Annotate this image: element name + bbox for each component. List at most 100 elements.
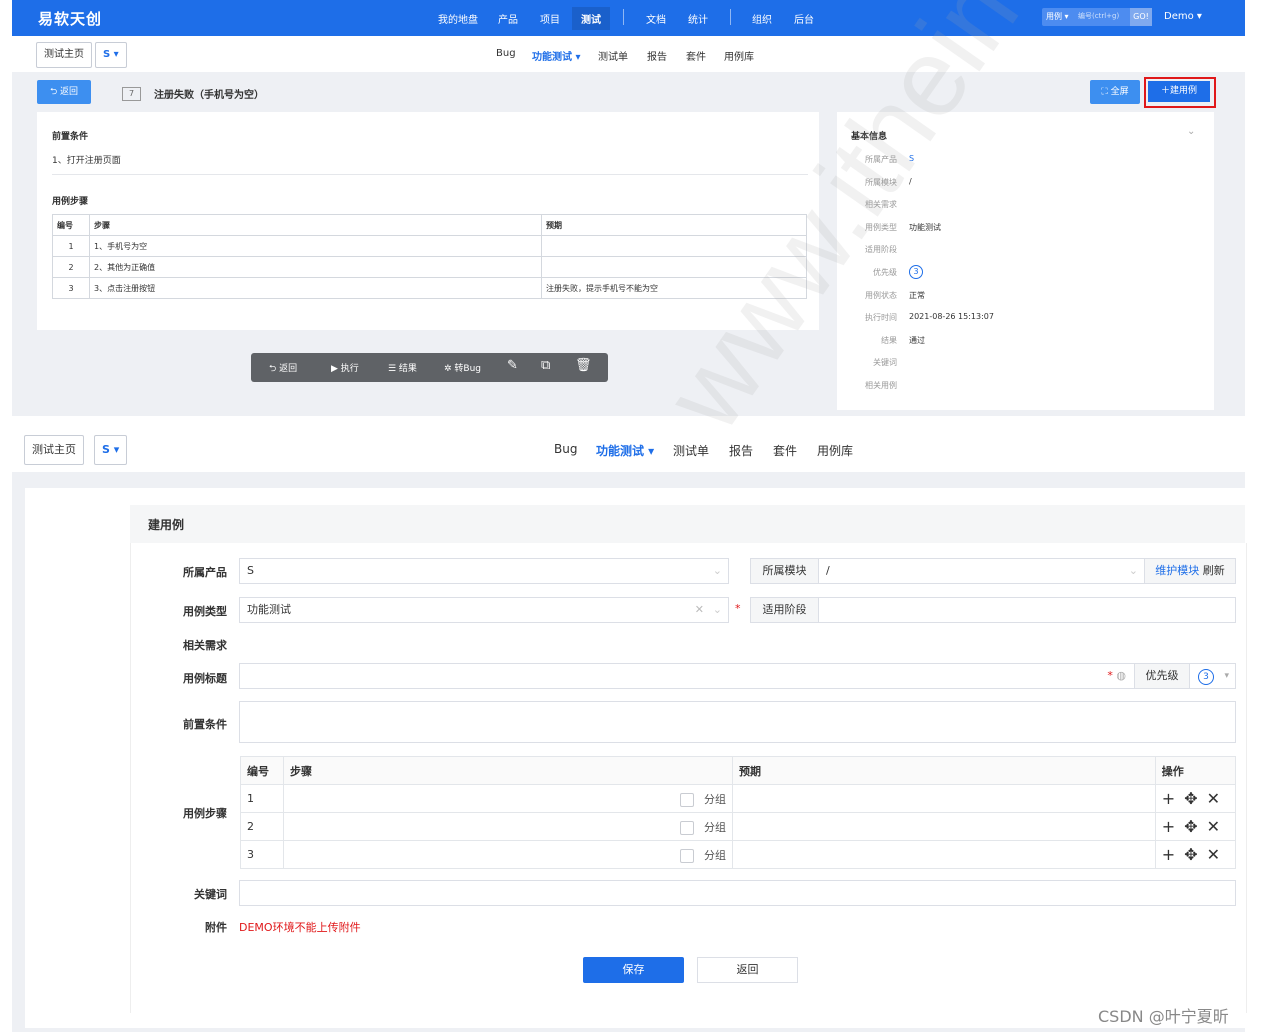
toolbar-run-button[interactable]: ▶ 执行	[331, 361, 359, 374]
precondition-textarea[interactable]	[239, 701, 1236, 743]
toolbar-back-button[interactable]: ⮌ 返回	[269, 361, 297, 377]
required-mark: *	[735, 602, 741, 615]
breadcrumb-home[interactable]: 测试主页	[24, 435, 84, 465]
group-checkbox[interactable]	[680, 820, 694, 835]
product-select[interactable]: S ⌄	[239, 558, 729, 584]
copy-icon[interactable]: ⧉	[541, 358, 550, 373]
info-label: 相关用例	[865, 381, 897, 390]
priority-select[interactable]: 3 ▾	[1189, 663, 1236, 689]
subnav-testtask[interactable]: 测试单	[673, 442, 709, 459]
clear-icon[interactable]: ✕	[695, 598, 704, 622]
chevron-down-icon: ⌄	[1128, 564, 1138, 577]
search-type-select[interactable]: 用例 ▾	[1046, 11, 1069, 22]
maintain-module-link[interactable]: 维护模块	[1155, 564, 1199, 577]
create-case-button[interactable]: ＋建用例	[1148, 81, 1210, 102]
group-checkbox[interactable]	[680, 792, 694, 807]
form-title: 建用例	[148, 518, 185, 532]
breadcrumb-product[interactable]: S ▾	[95, 42, 127, 68]
back-button[interactable]: ⮌ 返回	[37, 80, 91, 104]
type-select[interactable]: 功能测试 ✕ ⌄	[239, 597, 729, 623]
delete-icon[interactable]: 🗑	[575, 358, 592, 373]
nav-doc[interactable]: 文档	[646, 11, 666, 26]
step-no: 2	[240, 812, 284, 841]
step-input[interactable]: 分组	[283, 840, 733, 869]
module-select[interactable]: / ⌄	[818, 558, 1145, 584]
table-header-row: 编号 步骤 预期	[52, 214, 807, 236]
chevron-down-icon: ⌄	[712, 564, 722, 577]
breadcrumb-product[interactable]: S ▾	[94, 435, 128, 465]
group-checkbox[interactable]	[680, 848, 694, 863]
info-label: 相关需求	[865, 200, 897, 210]
subnav-bug[interactable]: Bug	[554, 442, 577, 456]
nav-product[interactable]: 产品	[498, 11, 518, 26]
module-actions: 维护模块 刷新	[1144, 558, 1236, 584]
table-header-row: 编号 步骤 预期 操作	[240, 756, 1237, 785]
close-icon[interactable]: ✕	[1207, 817, 1220, 836]
info-value: 2021-08-26 15:13:07	[909, 312, 994, 322]
go-button[interactable]: GO!	[1130, 8, 1152, 26]
story-label: 相关需求	[183, 639, 227, 652]
brand-logo: 易软天创	[38, 10, 103, 28]
subnav-functional-test[interactable]: 功能测试 ▾	[596, 442, 654, 459]
header-expect: 预期	[541, 214, 807, 236]
step-ops: + ✥ ✕	[1154, 840, 1237, 869]
toolbar-result-button[interactable]: ☰ 结果	[388, 361, 417, 374]
subnav-functional-test[interactable]: 功能测试 ▾	[532, 48, 581, 63]
close-icon[interactable]: ✕	[1207, 789, 1220, 808]
refresh-link[interactable]: 刷新	[1203, 564, 1225, 577]
save-button[interactable]: 保存	[583, 957, 684, 983]
nav-stat[interactable]: 统计	[688, 11, 708, 26]
add-icon[interactable]: +	[1162, 817, 1175, 836]
subnav-suite[interactable]: 套件	[686, 48, 706, 63]
info-label: 优先级	[873, 268, 897, 277]
expect-input[interactable]	[732, 784, 1156, 813]
stage-select[interactable]	[818, 597, 1236, 623]
title-input[interactable]: * ◍	[239, 663, 1135, 689]
add-icon[interactable]: +	[1162, 789, 1175, 808]
chevron-down-icon[interactable]: ⌄	[1187, 126, 1195, 137]
step-input[interactable]: 分组	[283, 784, 733, 813]
nav-admin[interactable]: 后台	[794, 11, 814, 26]
edit-icon[interactable]: ✎	[507, 358, 518, 373]
fullscreen-button[interactable]: ⛶ 全屏	[1090, 80, 1140, 104]
table-row: 1 分组 + ✥ ✕	[240, 784, 1237, 813]
steps-table: 编号 步骤 预期 1 1、手机号为空 2 2、其他为正确值 3 3、点击注册按钮…	[52, 214, 807, 299]
move-icon[interactable]: ✥	[1184, 789, 1197, 808]
info-value: 通过	[909, 335, 925, 345]
nav-test[interactable]: 测试	[572, 7, 610, 30]
move-icon[interactable]: ✥	[1184, 817, 1197, 836]
table-row: 3 3、点击注册按钮 注册失败，提示手机号不能为空	[52, 277, 807, 299]
palette-icon[interactable]: ◍	[1116, 669, 1126, 682]
nav-my[interactable]: 我的地盘	[438, 11, 478, 26]
add-icon[interactable]: +	[1162, 845, 1175, 864]
back-button[interactable]: 返回	[697, 957, 798, 983]
subnav-report[interactable]: 报告	[647, 48, 667, 63]
step-no: 1	[52, 235, 90, 257]
product-value: S	[247, 564, 254, 577]
subnav-suite[interactable]: 套件	[773, 442, 797, 459]
search-input[interactable]: 编号(ctrl+g)	[1078, 11, 1119, 21]
nav-org[interactable]: 组织	[752, 11, 772, 26]
move-icon[interactable]: ✥	[1184, 845, 1197, 864]
breadcrumb-home[interactable]: 测试主页	[36, 42, 92, 68]
subnav-report[interactable]: 报告	[729, 442, 753, 459]
keywords-input[interactable]	[239, 880, 1236, 906]
precondition-text: 1、打开注册页面	[52, 156, 121, 166]
subnav-testtask[interactable]: 测试单	[598, 48, 628, 63]
step-input[interactable]: 分组	[283, 812, 733, 841]
stage-label: 适用阶段	[750, 597, 819, 623]
nav-project[interactable]: 项目	[540, 11, 560, 26]
info-value: 正常	[909, 290, 925, 300]
subnav-bug[interactable]: Bug	[496, 48, 516, 59]
expect-input[interactable]	[732, 812, 1156, 841]
expect-input[interactable]	[732, 840, 1156, 869]
header-expect: 预期	[732, 756, 1156, 785]
close-icon[interactable]: ✕	[1207, 845, 1220, 864]
toolbar-tobug-button[interactable]: ✲ 转Bug	[444, 361, 481, 374]
sub-navbar	[12, 36, 1245, 72]
subnav-caselib[interactable]: 用例库	[724, 48, 754, 63]
subnav-caselib[interactable]: 用例库	[817, 442, 853, 459]
header-step: 步骤	[283, 756, 733, 785]
info-value[interactable]: S	[909, 154, 914, 163]
user-menu[interactable]: Demo ▾	[1164, 11, 1202, 22]
